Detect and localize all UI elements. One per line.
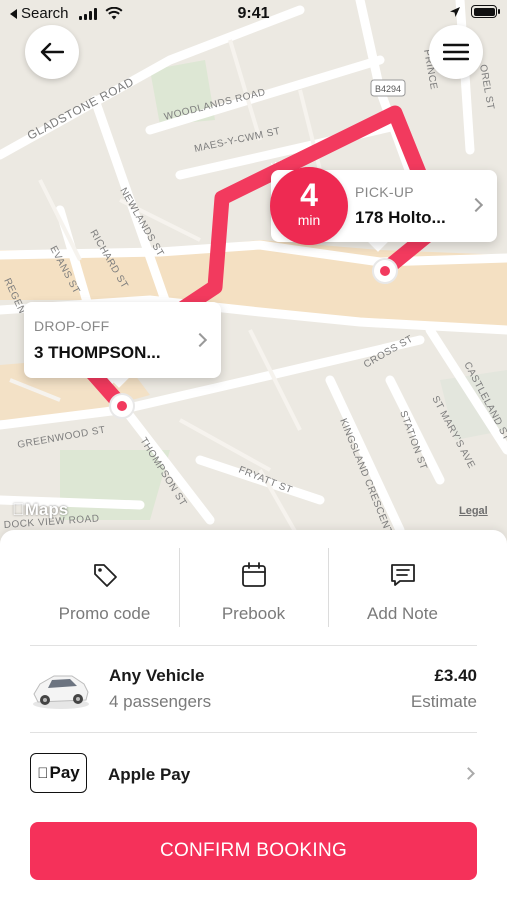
map-view[interactable]: B4294 GLADSTONE ROAD WOODLANDS ROAD MAES…	[0, 0, 507, 545]
add-note-button[interactable]: Add Note	[328, 548, 477, 643]
dropoff-callout[interactable]: DROP-OFF 3 THOMPSON...	[24, 302, 221, 378]
location-arrow-icon	[450, 6, 460, 17]
back-button[interactable]	[25, 25, 79, 79]
legal-link[interactable]: Legal	[459, 505, 488, 517]
car-icon	[33, 675, 89, 709]
apple-pay-badge: Pay	[30, 753, 87, 793]
note-icon	[390, 564, 415, 586]
payment-row[interactable]: Pay Apple Pay	[30, 733, 477, 815]
vehicle-row[interactable]: Any Vehicle 4 passengers £3.40 Estimate	[30, 646, 477, 732]
chevron-right-icon	[462, 767, 475, 780]
divider	[179, 548, 180, 627]
hamburger-menu-icon	[443, 43, 469, 61]
confirm-booking-button[interactable]: CONFIRM BOOKING	[30, 822, 477, 880]
calendar-icon	[241, 562, 266, 587]
status-bar: Search 9:41	[0, 0, 507, 28]
eta-unit: min	[297, 212, 321, 228]
price-value: £3.40	[434, 666, 477, 685]
vehicle-title: Any Vehicle	[109, 666, 205, 685]
eta-value: 4	[300, 177, 318, 213]
menu-button[interactable]	[429, 25, 483, 79]
dropoff-label: DROP-OFF	[34, 318, 110, 334]
divider	[328, 548, 329, 627]
map-canvas[interactable]: B4294 GLADSTONE ROAD WOODLANDS ROAD MAES…	[0, 0, 507, 545]
arrow-left-icon	[40, 42, 64, 62]
promo-code-button[interactable]: Promo code	[30, 548, 179, 643]
price-note: Estimate	[410, 692, 477, 711]
prebook-label: Prebook	[221, 604, 286, 623]
tag-icon	[93, 564, 117, 587]
add-note-label: Add Note	[367, 604, 438, 623]
pickup-address: 178 Holto...	[355, 208, 446, 227]
dropoff-address: 3 THOMPSON...	[34, 343, 161, 362]
booking-sheet: Promo code Prebook Add Note Any Vehicle …	[0, 530, 507, 900]
payment-title: Apple Pay	[108, 765, 191, 784]
chevron-right-icon	[468, 197, 484, 213]
chevron-right-icon	[192, 332, 208, 348]
quick-actions: Promo code Prebook Add Note	[30, 548, 477, 643]
promo-code-label: Promo code	[58, 604, 151, 623]
battery-icon	[471, 5, 500, 18]
eta-badge: 4 min	[270, 167, 348, 245]
status-time: 9:41	[237, 5, 270, 22]
vehicle-passengers: 4 passengers	[109, 692, 212, 711]
apple-maps-logo: Maps	[12, 500, 68, 519]
road-shield-label: B4294	[375, 84, 401, 94]
pickup-label: PICK-UP	[355, 184, 414, 200]
apple-logo-icon: 	[37, 765, 48, 782]
prebook-button[interactable]: Prebook	[179, 548, 328, 643]
